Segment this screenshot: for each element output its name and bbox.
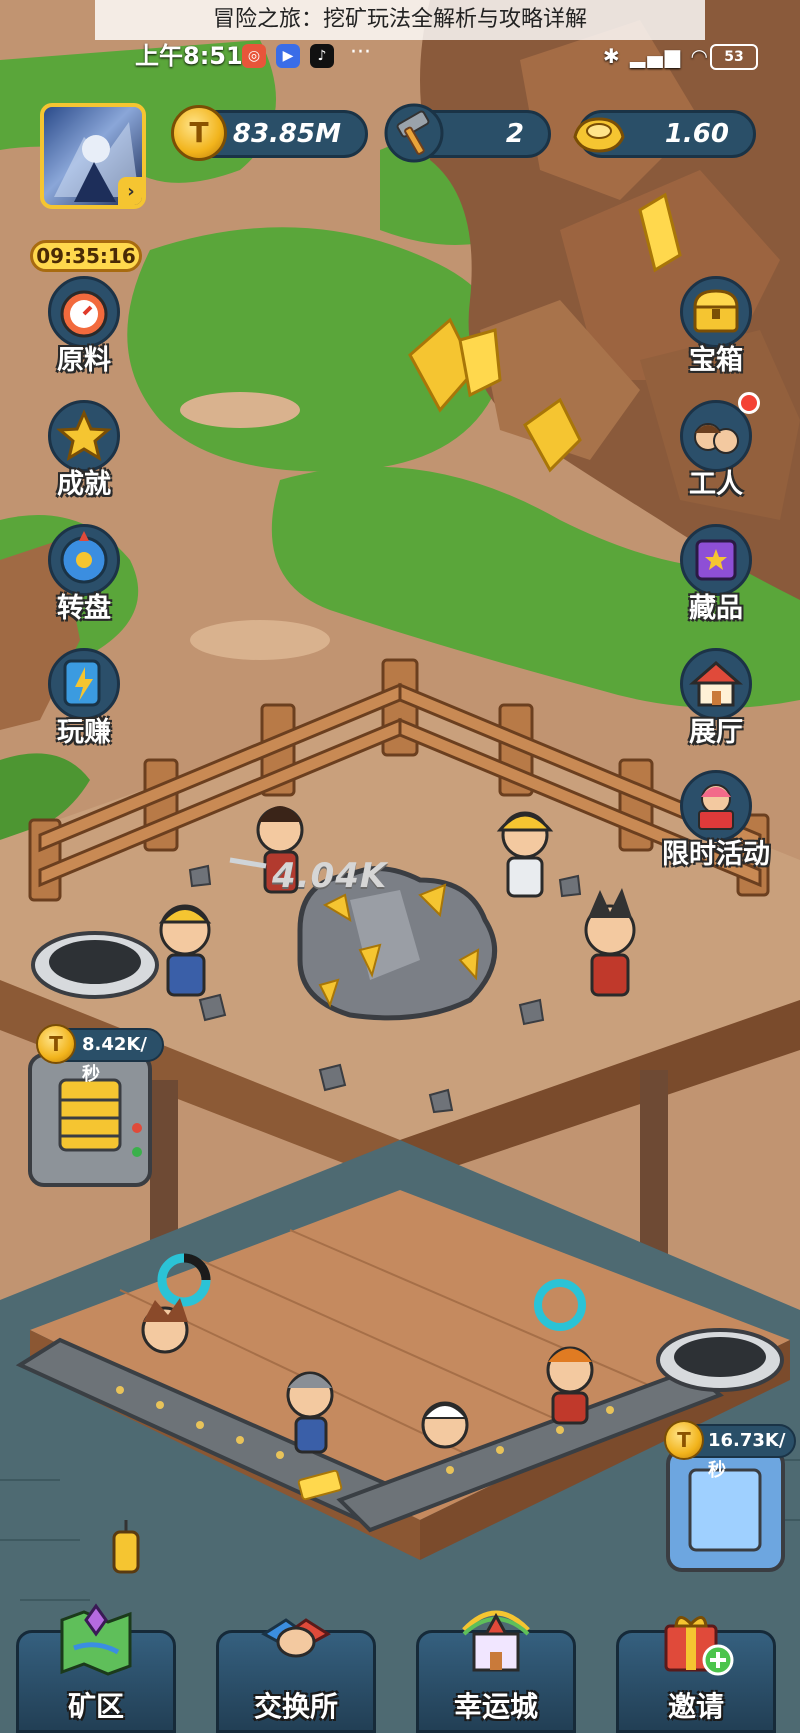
nav-label: 幸运城 [453,1690,538,1723]
sidebar-item-limited-event[interactable]: 限时活动 [648,770,784,880]
video-app-icon: ▶ [276,44,300,68]
nav-mine-area[interactable]: 矿区 [6,1603,186,1733]
coin-icon: T [171,105,227,161]
sidebar-item-label: 宝箱 [689,345,743,376]
lantern-icon [112,1520,140,1574]
signal-wifi-icon: ✱ ▂▄▆ ◠ [602,44,710,68]
nav-lucky-city[interactable]: 幸运城 [406,1610,586,1733]
factory-rate-badge: T 16.73K/秒 [664,1420,796,1481]
gold-ingot-balance[interactable]: 1.60 [573,110,756,158]
sidebar-item-label: 限时活动 [662,839,770,870]
tiktok-icon: ♪ [310,44,334,68]
hammer-value: 2 [505,119,524,149]
factory-rate-value: 16.73K/秒 [708,1430,786,1481]
mine-rate-value: 8.42K/秒 [82,1034,147,1085]
gift-plus-icon [664,1616,734,1676]
sidebar-item-label: 成就 [57,469,111,500]
chevron-right-icon: › [118,177,142,205]
map-icon [60,1603,132,1676]
sidebar-item-label: 原料 [57,345,111,376]
hammer-icon [384,103,444,163]
material-timer: 09:35:16 [30,240,142,272]
battery-icon: 53 [710,44,758,70]
notification-dot [738,392,760,414]
coin-icon: T [36,1024,76,1064]
mine-rate-badge: T 8.42K/秒 [36,1024,164,1085]
sidebar-item-collection[interactable]: 藏品 [668,524,764,634]
castle-icon [462,1610,530,1672]
damage-number: 4.04K [272,856,388,896]
sidebar-item-label: 展厅 [689,717,743,748]
status-time: 上午8:51 [135,42,243,70]
nav-label: 邀请 [667,1690,724,1723]
page-caption: 冒险之旅：挖矿玩法全解析与攻略详解 [95,0,705,40]
gold-ingot-value: 1.60 [664,119,729,149]
sidebar-item-label: 玩赚 [57,717,111,748]
nav-exchange[interactable]: 交换所 [206,1610,386,1733]
sidebar-item-label: 转盘 [57,593,111,624]
bottom-navigation: 矿区 交换所 幸运城 邀请 [0,1580,800,1733]
coin-icon: T [664,1420,704,1460]
status-bar: 上午8:51 ◎ ▶ ♪ ··· ✱ ▂▄▆ ◠ 53 [0,36,800,76]
sidebar-item-achievements[interactable]: 成就 [36,400,132,510]
more-icon: ··· [350,40,371,65]
coin-balance[interactable]: T 83.85M [171,105,368,161]
handshake-icon [261,1618,331,1658]
sidebar-item-workers[interactable]: 工人 [668,392,764,510]
sidebar-item-label: 工人 [689,469,743,500]
instagram-icon: ◎ [242,44,266,68]
sidebar-item-treasure[interactable]: 宝箱 [668,276,764,386]
nav-label: 矿区 [67,1690,124,1723]
sidebar-item-label: 藏品 [689,593,743,624]
nav-invite[interactable]: 邀请 [606,1610,786,1733]
hammer-balance[interactable]: 2 [384,103,551,163]
sidebar-item-materials[interactable]: 原料 [36,276,132,386]
sidebar-item-play-earn[interactable]: 玩赚 [36,648,132,758]
coin-value: 83.85M [232,119,341,149]
sidebar-item-showroom[interactable]: 展厅 [668,648,764,758]
player-avatar[interactable]: › [40,103,146,209]
gold-ingot-icon [573,117,625,153]
nav-label: 交换所 [253,1690,338,1723]
sidebar-item-wheel[interactable]: 转盘 [36,524,132,634]
